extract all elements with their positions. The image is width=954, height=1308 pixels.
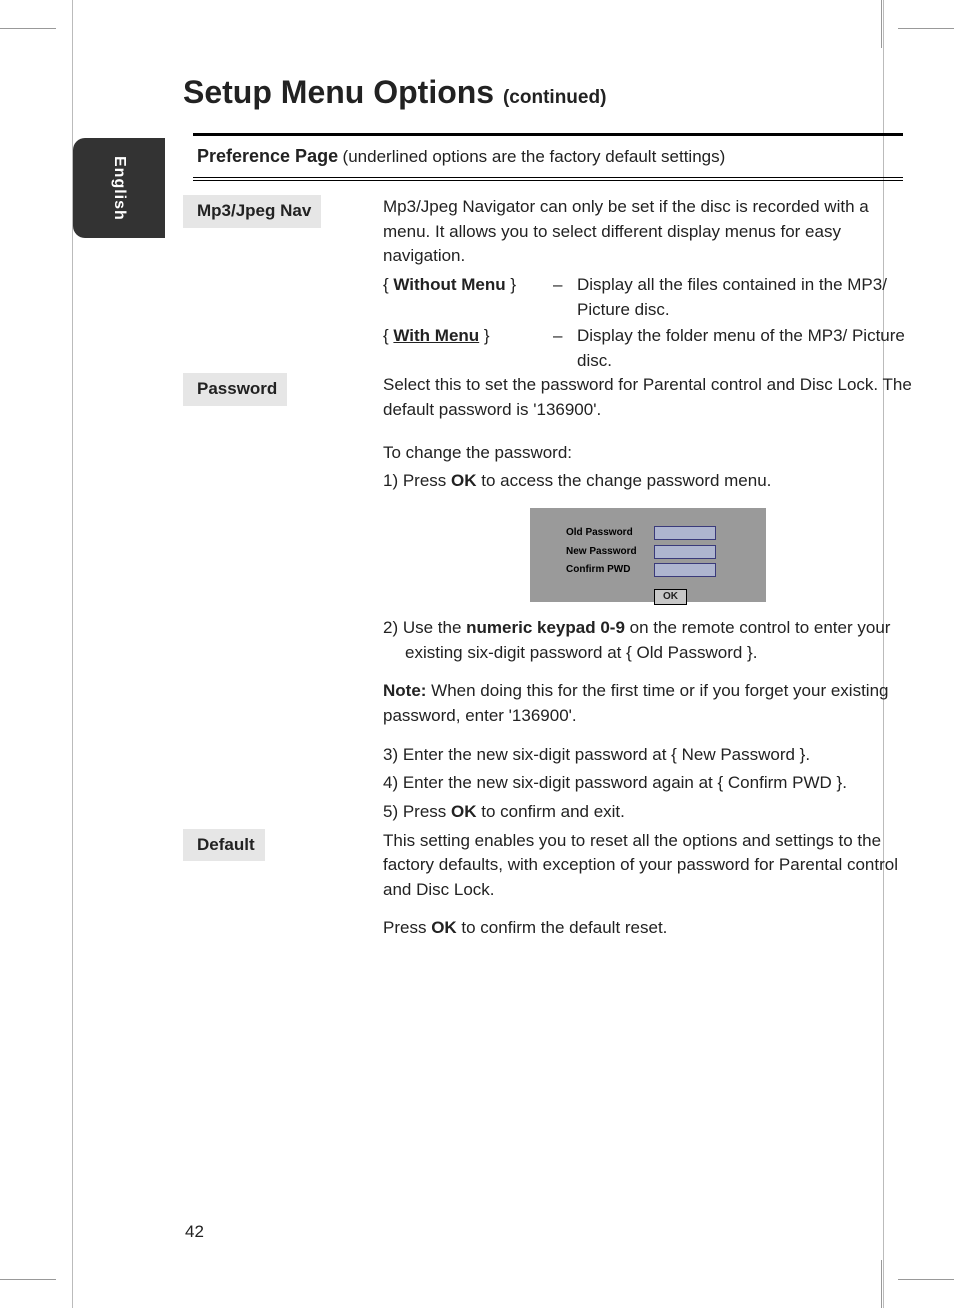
language-label: English — [110, 156, 128, 221]
opt-with-menu-name: With Menu — [393, 326, 479, 345]
label-mp3-nav: Mp3/Jpeg Nav — [183, 195, 321, 228]
section-header: Preference Page (underlined options are … — [193, 133, 903, 181]
dlg-old-field — [654, 526, 716, 540]
pwd-step1-a: 1) Press — [383, 471, 451, 490]
pwd-step2-bold: numeric keypad 0-9 — [466, 618, 625, 637]
pwd-change-head: To change the password: — [383, 441, 913, 466]
pwd-step5: 5) Press OK to confirm and exit. — [383, 800, 913, 825]
pwd-note-body: When doing this for the first time or if… — [383, 681, 889, 725]
page-frame: English Setup Menu Options (continued) P… — [72, 0, 884, 1308]
row-default: Default This setting enables you to rese… — [193, 829, 913, 946]
opt-without-menu-name: Without Menu — [393, 275, 505, 294]
pwd-note-head: Note: — [383, 681, 426, 700]
page-number: 42 — [185, 1222, 204, 1242]
option-without-menu: { Without Menu } – Display all the files… — [383, 273, 913, 322]
default-press-ok: OK — [431, 918, 457, 937]
pwd-step3: 3) Enter the new six-digit password at {… — [383, 743, 913, 768]
pwd-step4: 4) Enter the new six-digit password agai… — [383, 771, 913, 796]
default-press: Press OK to confirm the default reset. — [383, 916, 913, 941]
pwd-step2: 2) Use the numeric keypad 0-9 on the rem… — [405, 616, 913, 665]
content-area: Setup Menu Options (continued) Preferenc… — [183, 74, 903, 945]
default-intro: This setting enables you to reset all th… — [383, 829, 913, 903]
pwd-step1-b: to access the change password menu. — [477, 471, 772, 490]
default-press-a: Press — [383, 918, 431, 937]
dlg-new-row: New Password — [566, 545, 752, 560]
mp3-intro: Mp3/Jpeg Navigator can only be set if th… — [383, 195, 913, 269]
dlg-conf-label: Confirm PWD — [566, 563, 654, 578]
opt-with-menu-desc: Display the folder menu of the MP3/ Pict… — [577, 324, 913, 373]
pwd-note: Note: When doing this for the first time… — [383, 679, 913, 728]
section-subtitle: (underlined options are the factory defa… — [343, 147, 726, 166]
pwd-step2-a: 2) Use the — [383, 618, 466, 637]
dlg-old-label: Old Password — [566, 526, 654, 541]
pwd-intro: Select this to set the password for Pare… — [383, 373, 913, 422]
row-mp3-nav: Mp3/Jpeg Nav Mp3/Jpeg Navigator can only… — [193, 195, 913, 373]
dlg-old-row: Old Password — [566, 526, 752, 541]
title-main: Setup Menu Options — [183, 74, 494, 110]
password-dialog-mock: Old Password New Password Confirm PWD — [530, 508, 766, 602]
opt-without-menu-desc: Display all the files contained in the M… — [577, 273, 913, 322]
pwd-step1-ok: OK — [451, 471, 477, 490]
row-password: Password Select this to set the password… — [193, 373, 913, 828]
dlg-conf-field — [654, 563, 716, 577]
section-title: Preference Page — [197, 146, 338, 166]
dlg-conf-row: Confirm PWD — [566, 563, 752, 578]
dlg-ok-button: OK — [654, 589, 687, 606]
dlg-new-field — [654, 545, 716, 559]
title-continued: (continued) — [503, 87, 606, 108]
option-with-menu: { With Menu } – Display the folder menu … — [383, 324, 913, 373]
label-password: Password — [183, 373, 287, 406]
pwd-step5-b: to confirm and exit. — [477, 802, 625, 821]
pwd-step1: 1) Press OK to access the change passwor… — [383, 469, 913, 494]
language-tab: English — [73, 138, 165, 238]
pwd-step5-a: 5) Press — [383, 802, 451, 821]
default-press-b: to confirm the default reset. — [457, 918, 668, 937]
dlg-new-label: New Password — [566, 545, 654, 560]
page-title: Setup Menu Options (continued) — [183, 74, 903, 111]
pwd-step5-ok: OK — [451, 802, 477, 821]
label-default: Default — [183, 829, 265, 862]
options-table: Mp3/Jpeg Nav Mp3/Jpeg Navigator can only… — [193, 195, 913, 945]
